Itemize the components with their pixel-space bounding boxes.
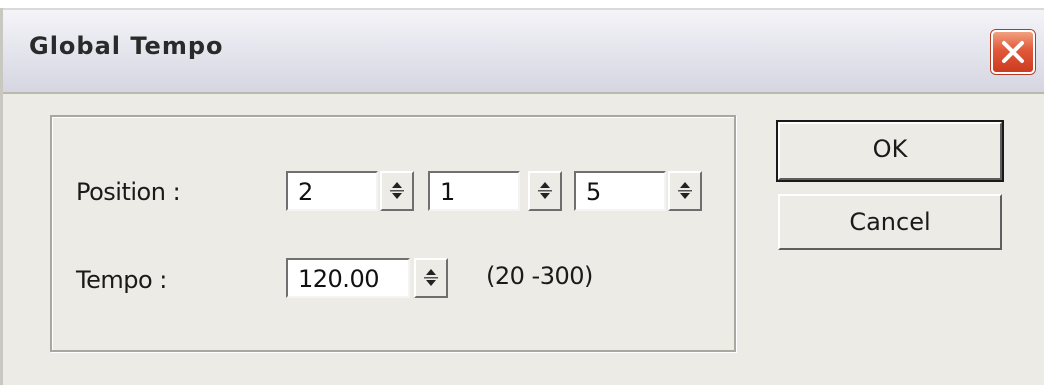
close-button[interactable] (991, 30, 1035, 74)
position-tick-input[interactable]: 5 (574, 171, 666, 211)
tempo-label: Tempo : (76, 266, 167, 294)
ok-button[interactable]: OK (776, 120, 1004, 182)
tempo-input[interactable]: 120.00 (286, 258, 410, 298)
title-bar[interactable]: Global Tempo (3, 8, 1044, 92)
settings-group-box (50, 115, 736, 352)
triangle-up-icon (540, 182, 550, 188)
triangle-down-icon (426, 280, 436, 286)
triangle-up-icon (426, 269, 436, 275)
tempo-spinner[interactable] (414, 258, 448, 298)
position-label: Position : (76, 178, 181, 206)
title-separator (3, 92, 1044, 94)
position-bar-input[interactable]: 2 (286, 171, 378, 211)
triangle-up-icon (680, 182, 690, 188)
dialog-title: Global Tempo (29, 32, 224, 60)
position-beat-input[interactable]: 1 (428, 171, 520, 211)
triangle-down-icon (392, 193, 402, 199)
position-bar-spinner[interactable] (380, 171, 414, 211)
cancel-button[interactable]: Cancel (778, 194, 1002, 250)
close-x-icon (1002, 41, 1024, 63)
triangle-up-icon (392, 182, 402, 188)
triangle-down-icon (540, 193, 550, 199)
tempo-range-hint: (20 -300) (486, 262, 593, 290)
position-tick-spinner[interactable] (668, 171, 702, 211)
triangle-down-icon (680, 193, 690, 199)
position-beat-spinner[interactable] (528, 171, 562, 211)
